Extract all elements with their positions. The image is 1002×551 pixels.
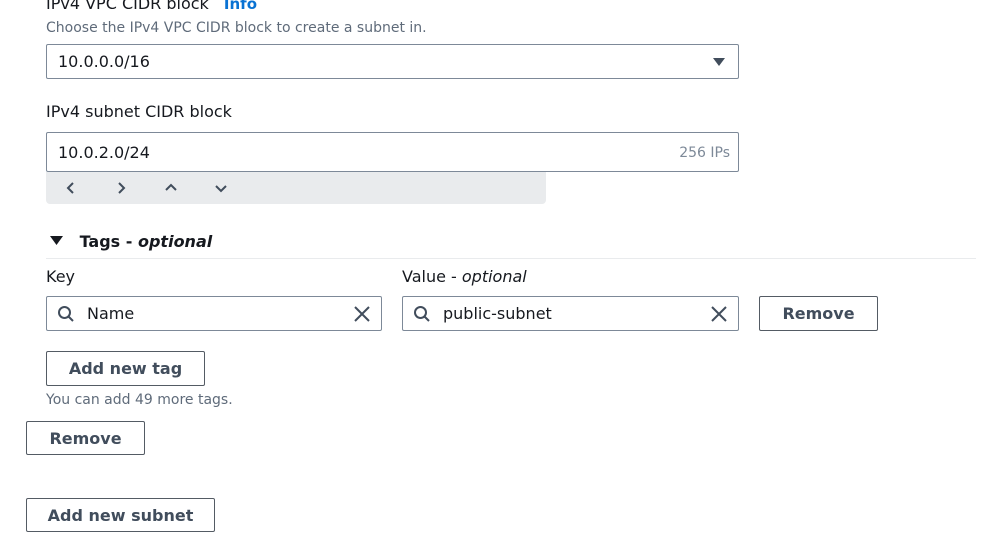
tags-header-optional: optional (137, 232, 213, 251)
search-icon (57, 305, 75, 323)
info-link[interactable]: Info (224, 0, 257, 13)
ip-count: 256 IPs (679, 145, 730, 161)
subnet-cidr-input[interactable]: 10.0.2.0/24 256 IPs (46, 132, 739, 172)
add-new-tag-button[interactable]: Add new tag (46, 351, 205, 386)
chevron-down-icon[interactable] (207, 172, 235, 204)
vpc-cidr-select[interactable]: 10.0.0.0/16 (46, 44, 739, 79)
tag-key-label: Key (46, 267, 76, 286)
tag-limit-text: You can add 49 more tags. (46, 392, 233, 408)
cidr-stepper (46, 172, 546, 204)
chevron-up-icon[interactable] (157, 172, 185, 204)
tags-header-label: Tags - (79, 232, 138, 251)
tag-value-optional: optional (461, 267, 527, 286)
tag-key-value: Name (87, 304, 135, 323)
clear-key-icon[interactable] (353, 305, 371, 323)
chevron-right-icon[interactable] (107, 172, 135, 204)
vpc-cidr-label: IPv4 VPC CIDR block Info (46, 0, 257, 13)
tag-key-input[interactable]: Name (46, 296, 382, 331)
tag-value-label-text: Value - (402, 267, 462, 286)
tag-value-label: Value - optional (402, 267, 527, 286)
vpc-cidr-label-text: IPv4 VPC CIDR block (46, 0, 209, 13)
tags-divider (46, 258, 976, 259)
vpc-cidr-description: Choose the IPv4 VPC CIDR block to create… (46, 20, 427, 36)
tag-value-value: public-subnet (443, 304, 552, 323)
vpc-cidr-selected-value: 10.0.0.0/16 (58, 52, 150, 71)
subnet-cidr-value: 10.0.2.0/24 (58, 143, 150, 162)
search-icon (413, 305, 431, 323)
subnet-cidr-label: IPv4 subnet CIDR block (46, 102, 232, 121)
add-new-subnet-button[interactable]: Add new subnet (26, 498, 215, 532)
tags-section-toggle[interactable]: Tags - optional (50, 231, 212, 251)
remove-tag-button[interactable]: Remove (759, 296, 878, 331)
clear-value-icon[interactable] (710, 305, 728, 323)
chevron-left-icon[interactable] (57, 172, 85, 204)
tag-value-input[interactable]: public-subnet (402, 296, 739, 331)
caret-expanded-icon (50, 231, 64, 250)
caret-down-icon (712, 56, 726, 68)
remove-subnet-button[interactable]: Remove (26, 421, 145, 455)
